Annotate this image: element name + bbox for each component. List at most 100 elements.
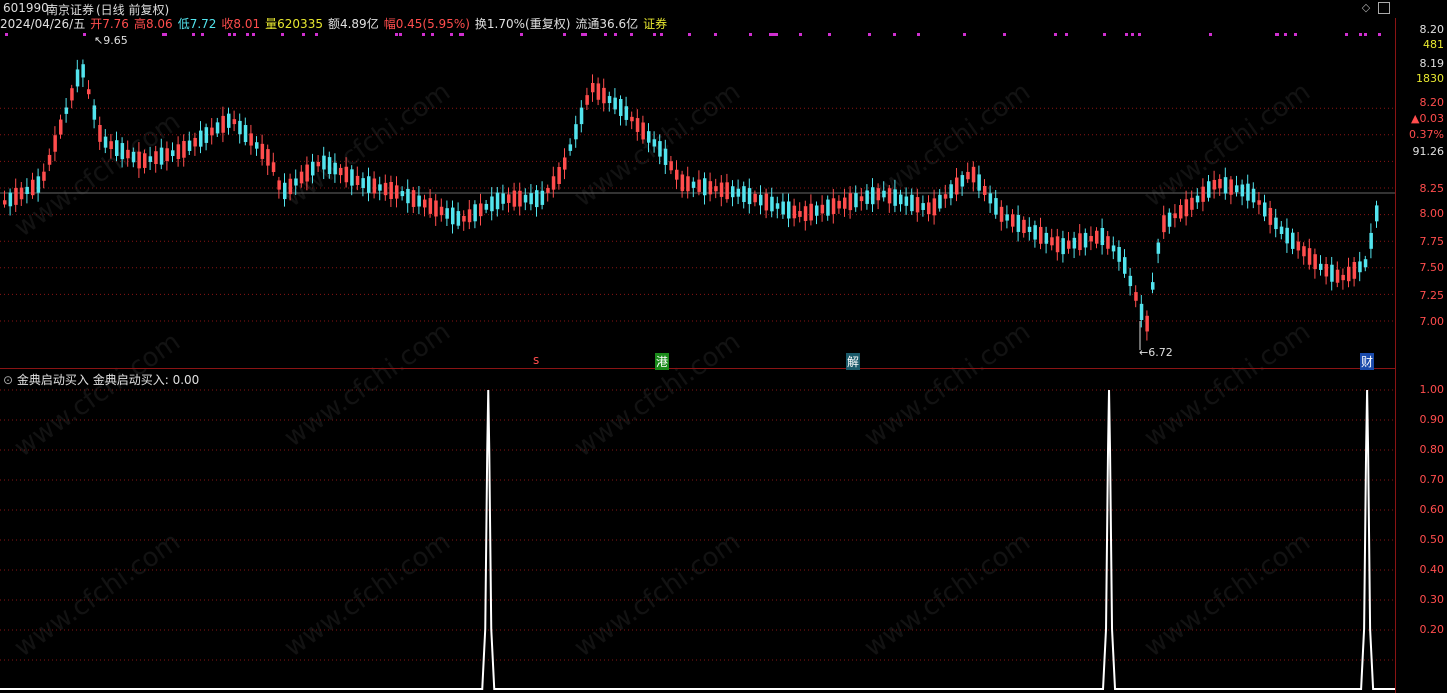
candle-body-91 <box>512 190 517 207</box>
candle-body-0 <box>3 200 7 205</box>
indicator-name[interactable]: 金典启动买入 <box>17 373 89 387</box>
candle-body-178 <box>999 206 1004 222</box>
candle-body-65 <box>367 176 371 193</box>
candle-body-46 <box>260 143 265 159</box>
candle-body-180 <box>1011 214 1015 227</box>
signal-dot-24 <box>192 33 195 36</box>
event-marker-hk[interactable]: 港 <box>655 353 670 370</box>
candle-body-113 <box>635 118 640 132</box>
candle-body-84 <box>473 204 477 222</box>
signal-dot-48 <box>201 33 204 36</box>
candle-body-239 <box>1341 274 1345 281</box>
candle-body-76 <box>428 198 433 214</box>
candle-body-61 <box>344 166 349 183</box>
signal-dot-12 <box>252 33 255 36</box>
candle-body-167 <box>938 194 942 209</box>
candle-body-200 <box>1123 257 1127 274</box>
signal-dot-25 <box>461 33 464 36</box>
signal-dot-30 <box>1364 33 1367 36</box>
candle-body-74 <box>417 195 421 207</box>
candle-body-49 <box>277 180 281 190</box>
candle-body-67 <box>378 184 382 191</box>
candle-body-29 <box>165 148 169 162</box>
signal-dot-57 <box>315 33 318 36</box>
candle-body-116 <box>652 139 657 147</box>
candle-body-163 <box>915 197 920 213</box>
candle-body-31 <box>176 144 181 160</box>
candle-body-16 <box>92 105 97 120</box>
candle-body-242 <box>1358 261 1362 273</box>
candle-body-144 <box>809 203 813 221</box>
candle-body-135 <box>759 194 763 206</box>
signal-dot-45 <box>1103 33 1106 36</box>
signal-dot-41 <box>1294 33 1297 36</box>
candle-body-204 <box>1145 315 1149 332</box>
candle-body-126 <box>708 181 713 195</box>
candle-body-97 <box>546 187 550 193</box>
candle-body-2 <box>14 187 18 205</box>
candle-body-201 <box>1128 275 1133 287</box>
signal-dot-6 <box>868 33 871 36</box>
signal-dot-7 <box>233 33 236 36</box>
candle-body-48 <box>271 162 276 173</box>
candle-body-83 <box>467 209 472 223</box>
price-axis[interactable]: 8.20 481 8.19 1830 8.20 ▲0.03 0.37% 91.2… <box>1395 18 1447 693</box>
candle-body-105 <box>591 82 595 93</box>
candle-body-21 <box>120 143 125 160</box>
panel-divider[interactable] <box>0 368 1395 369</box>
signal-dot-39 <box>1065 33 1068 36</box>
candle-body-121 <box>680 174 685 192</box>
candle-body-15 <box>87 89 91 95</box>
candle-body-19 <box>109 141 113 150</box>
signal-dot-17 <box>604 33 607 36</box>
kline-chart[interactable] <box>0 0 1395 693</box>
ind-tick-040: 0.40 <box>1419 563 1445 576</box>
candle-body-245 <box>1375 205 1379 222</box>
candle-body-195 <box>1095 230 1099 244</box>
candle-body-174 <box>977 174 981 191</box>
candle-body-38 <box>215 122 220 134</box>
candle-body-5 <box>31 179 35 196</box>
candle-body-35 <box>199 130 203 147</box>
candle-body-183 <box>1027 226 1032 232</box>
indicator-line <box>0 389 1395 690</box>
candle-body-185 <box>1039 226 1043 244</box>
signal-dot-27 <box>5 33 8 36</box>
candle-body-197 <box>1106 236 1110 249</box>
signal-dot-29 <box>584 33 587 36</box>
candle-body-57 <box>322 155 326 170</box>
candle-body-161 <box>904 196 909 206</box>
candle-body-211 <box>1184 199 1189 217</box>
candle-body-114 <box>641 122 645 140</box>
candle-body-107 <box>602 87 606 104</box>
candle-body-93 <box>523 194 528 203</box>
candle-body-72 <box>406 188 410 204</box>
candle-body-30 <box>171 150 175 157</box>
candle-body-225 <box>1263 202 1267 217</box>
candle-body-98 <box>551 176 556 190</box>
candle-body-149 <box>837 200 841 209</box>
candle-body-236 <box>1324 264 1329 277</box>
candle-body-82 <box>462 215 466 222</box>
candle-body-240 <box>1347 266 1351 282</box>
candle-body-28 <box>159 147 164 165</box>
candle-body-226 <box>1268 207 1273 225</box>
candle-body-109 <box>613 97 617 110</box>
candle-body-142 <box>798 211 802 217</box>
candle-body-56 <box>316 161 321 167</box>
candle-body-187 <box>1050 237 1054 246</box>
candle-body-218 <box>1223 177 1228 194</box>
signal-dot-42 <box>630 33 633 36</box>
candle-body-207 <box>1162 215 1166 233</box>
candle-body-120 <box>675 169 679 180</box>
event-marker-finance[interactable]: 财 <box>1360 353 1375 370</box>
candle-body-209 <box>1173 213 1177 219</box>
candle-body-128 <box>719 182 724 197</box>
candle-body-88 <box>495 192 500 210</box>
candle-body-132 <box>742 186 746 203</box>
candle-body-122 <box>686 176 690 192</box>
event-marker-s[interactable]: s <box>533 353 539 367</box>
candle-body-140 <box>787 201 791 219</box>
event-marker-unlock[interactable]: 解 <box>846 353 861 370</box>
collapse-icon[interactable]: ⊙ <box>3 373 13 387</box>
